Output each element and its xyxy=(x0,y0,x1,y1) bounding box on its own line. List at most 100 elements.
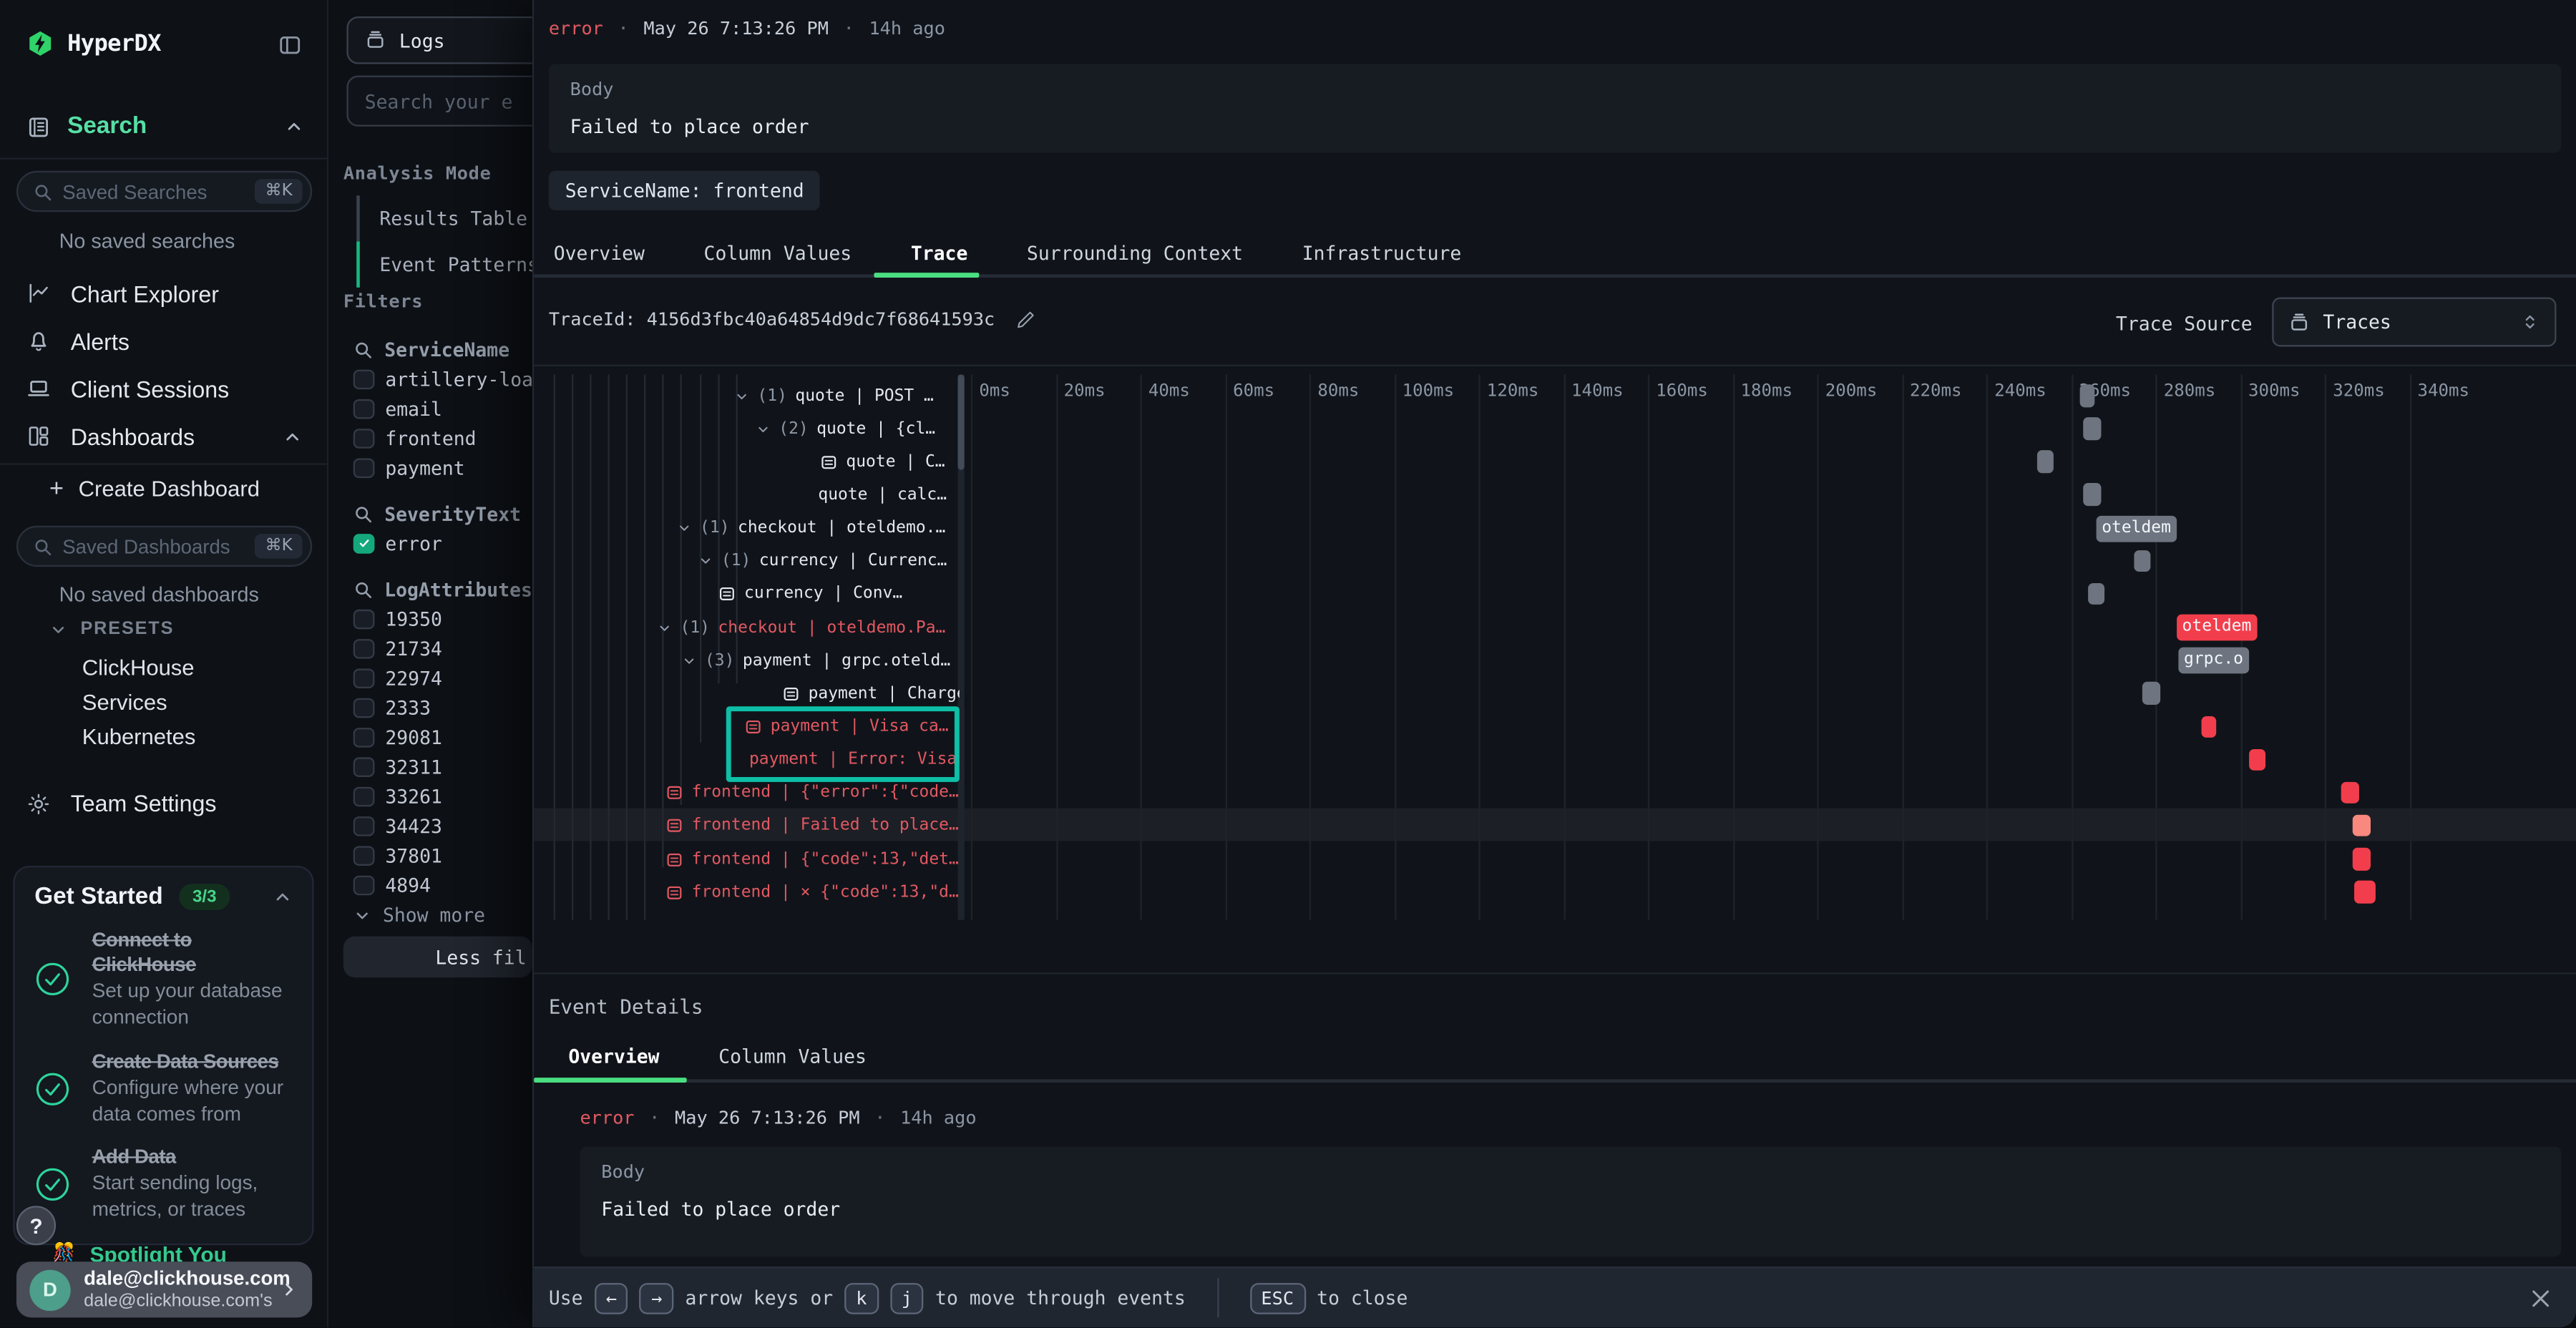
chevron-up-icon[interactable] xyxy=(273,887,293,907)
checkbox-checked[interactable] xyxy=(353,534,374,555)
span-bar[interactable] xyxy=(2202,716,2217,738)
span-bar[interactable] xyxy=(2352,815,2371,837)
tab-overview[interactable]: Overview xyxy=(554,240,645,263)
service-name-tag[interactable]: ServiceName: frontend xyxy=(549,171,821,210)
span-bar[interactable] xyxy=(2341,781,2358,804)
filter-group-header[interactable]: LogAttributes xyxy=(353,575,532,605)
create-dashboard-button[interactable]: + Create Dashboard xyxy=(49,475,260,503)
show-more-button[interactable]: Show more xyxy=(353,900,532,929)
source-select-button[interactable]: Logs xyxy=(346,16,532,64)
tab-infrastructure[interactable]: Infrastructure xyxy=(1302,240,1462,263)
sidebar-item-search[interactable]: Search xyxy=(26,113,304,140)
checkbox[interactable] xyxy=(353,668,374,689)
filter-value-frontend[interactable]: frontend xyxy=(353,424,532,453)
filter-value-22974[interactable]: 22974 xyxy=(353,664,532,693)
span-bar[interactable] xyxy=(2135,550,2152,572)
filter-value-32311[interactable]: 32311 xyxy=(353,753,532,782)
checkbox[interactable] xyxy=(353,816,374,836)
checkbox[interactable] xyxy=(353,846,374,866)
checkbox[interactable] xyxy=(353,639,374,660)
sidebar-preset-clickhouse[interactable]: ClickHouse xyxy=(0,650,327,685)
span-bar[interactable] xyxy=(2088,583,2105,605)
checkbox[interactable] xyxy=(353,757,374,778)
sidebar-item-team-settings[interactable]: Team Settings xyxy=(26,790,217,816)
sidebar-item-client-sessions[interactable]: Client Sessions xyxy=(0,365,327,413)
span-bar-labeled[interactable]: grpc.o xyxy=(2179,648,2249,674)
trace-tree-row[interactable]: (1)checkout | oteldemo.Pa… xyxy=(534,611,960,644)
trace-tree-row[interactable]: currency | Conv… xyxy=(534,578,960,611)
sidebar-item-chart-explorer[interactable]: Chart Explorer xyxy=(0,270,327,318)
trace-tree-row[interactable]: (3)payment | grpc.oteld… xyxy=(534,644,960,677)
presets-toggle[interactable]: PRESETS xyxy=(49,620,174,640)
close-icon[interactable] xyxy=(2528,1286,2552,1311)
sidebar-item-alerts[interactable]: Alerts xyxy=(0,317,327,365)
checkbox[interactable] xyxy=(353,369,374,390)
brand[interactable]: HyperDX xyxy=(26,29,161,57)
saved-dashboards-input[interactable]: Saved Dashboards ⌘K xyxy=(16,526,312,567)
help-button[interactable]: ? xyxy=(16,1206,56,1245)
trace-tree-row[interactable]: frontend | Failed to place… xyxy=(534,810,960,843)
trace-tree-row[interactable]: frontend | {"code":13,"det… xyxy=(534,843,960,876)
span-bar[interactable] xyxy=(2354,881,2376,903)
filter-value-19350[interactable]: 19350 xyxy=(353,605,532,634)
filter-group-header[interactable]: ServiceName xyxy=(353,335,532,364)
trace-tree-row[interactable]: quote | calc… xyxy=(534,479,960,512)
filter-value-artillery-loa[interactable]: artillery-loa xyxy=(353,365,532,394)
filter-value-4894[interactable]: 4894 xyxy=(353,871,532,900)
get-started-item[interactable]: Add Data Start sending logs, metrics, or… xyxy=(34,1146,292,1224)
filter-group-header[interactable]: SeverityText xyxy=(353,499,532,529)
analysis-mode-results-table[interactable]: Results Table xyxy=(356,195,532,241)
filter-value-29081[interactable]: 29081 xyxy=(353,723,532,752)
sidebar-preset-kubernetes[interactable]: Kubernetes xyxy=(0,720,327,754)
checkbox[interactable] xyxy=(353,609,374,630)
saved-searches-input[interactable]: Saved Searches ⌘K xyxy=(16,171,312,212)
tab-surrounding-context[interactable]: Surrounding Context xyxy=(1027,240,1243,263)
get-started-item[interactable]: Create Data Sources Configure where your… xyxy=(34,1049,292,1128)
checkbox[interactable] xyxy=(353,786,374,807)
trace-tree-row[interactable]: (1)currency | Currenc… xyxy=(534,545,960,578)
span-bar[interactable] xyxy=(2037,451,2054,473)
filter-value-payment[interactable]: payment xyxy=(353,454,532,483)
trace-tree-row[interactable]: (1)checkout | oteldemo.… xyxy=(534,512,960,545)
span-bar-labeled[interactable]: oteldem xyxy=(2177,615,2257,641)
event-details-tab-overview[interactable]: Overview xyxy=(568,1045,659,1068)
sidebar-item-dashboards[interactable]: Dashboards xyxy=(0,412,327,460)
filter-value-error[interactable]: error xyxy=(353,529,532,558)
checkbox[interactable] xyxy=(353,728,374,748)
filter-value-email[interactable]: email xyxy=(353,394,532,424)
trace-tree-row[interactable]: frontend | {"error":{"code… xyxy=(534,777,960,810)
analysis-mode-event-patterns[interactable]: Event Patterns xyxy=(356,241,532,287)
span-bar[interactable] xyxy=(2352,848,2371,870)
filter-value-2333[interactable]: 2333 xyxy=(353,693,532,723)
event-details-tab-column-values[interactable]: Column Values xyxy=(718,1045,867,1068)
filter-value-37801[interactable]: 37801 xyxy=(353,841,532,871)
sidebar-preset-services[interactable]: Services xyxy=(0,685,327,719)
span-bar[interactable] xyxy=(2084,417,2101,439)
filter-value-33261[interactable]: 33261 xyxy=(353,782,532,811)
tab-column-values[interactable]: Column Values xyxy=(704,240,852,263)
sidebar-collapse-icon[interactable] xyxy=(278,33,302,57)
span-bar[interactable] xyxy=(2248,748,2265,771)
span-bar[interactable] xyxy=(2142,683,2160,705)
trace-source-select[interactable]: Traces xyxy=(2272,298,2556,347)
trace-tree-row[interactable]: frontend | × {"code":13,"d… xyxy=(534,876,960,909)
tab-trace[interactable]: Trace xyxy=(911,240,967,263)
trace-tree-row[interactable]: (1)quote | POST … xyxy=(534,379,960,412)
less-filters-button[interactable]: Less fil xyxy=(343,937,532,977)
trace-tree-row[interactable]: payment | Charge … xyxy=(534,678,960,711)
span-bar[interactable] xyxy=(2079,384,2094,406)
filter-value-21734[interactable]: 21734 xyxy=(353,634,532,663)
filter-value-34423[interactable]: 34423 xyxy=(353,811,532,841)
span-bar[interactable] xyxy=(2084,484,2101,506)
span-bar-labeled[interactable]: oteldem xyxy=(2096,515,2176,542)
search-input[interactable]: Search your e xyxy=(346,76,532,127)
trace-tree-row[interactable]: quote | C… xyxy=(534,446,960,479)
user-menu[interactable]: D dale@clickhouse.com dale@clickhouse.co… xyxy=(16,1261,312,1317)
checkbox[interactable] xyxy=(353,875,374,896)
checkbox[interactable] xyxy=(353,399,374,419)
pencil-icon[interactable] xyxy=(1015,309,1036,331)
trace-tree-row[interactable]: (2)quote | {cl… xyxy=(534,413,960,446)
get-started-item[interactable]: Connect to ClickHouse Set up your databa… xyxy=(34,928,292,1031)
checkbox[interactable] xyxy=(353,429,374,449)
checkbox[interactable] xyxy=(353,458,374,479)
